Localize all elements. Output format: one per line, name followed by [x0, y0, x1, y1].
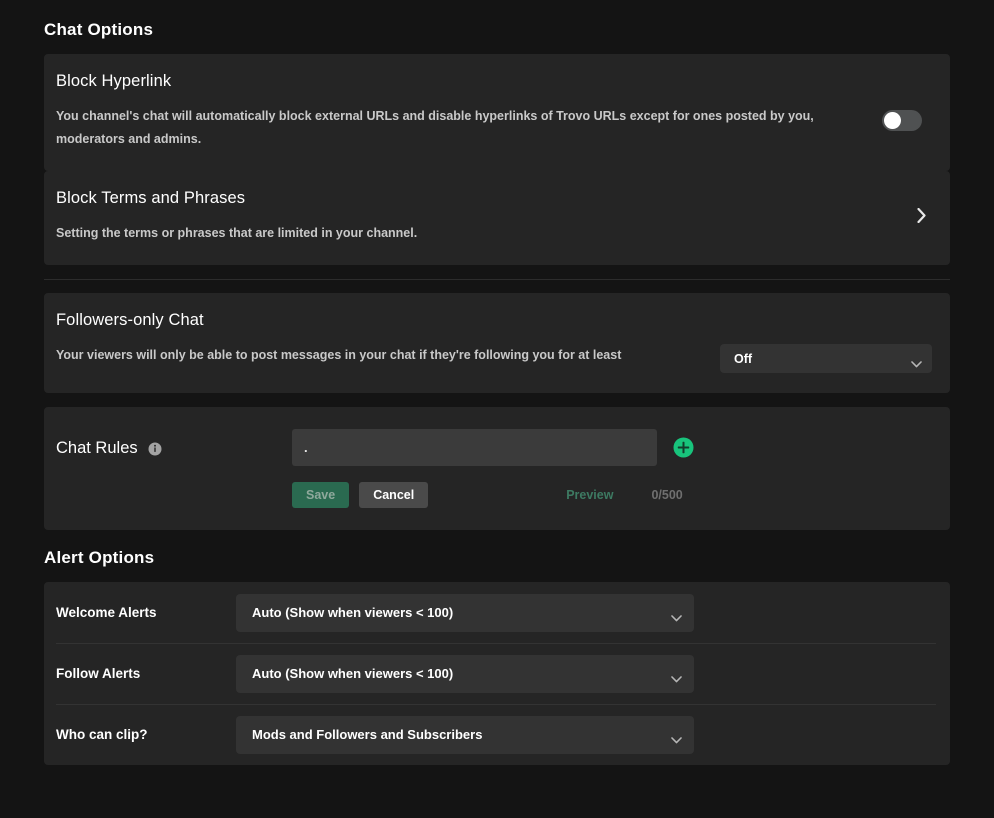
block-hyperlink-card: Block Hyperlink You channel's chat will …	[44, 54, 950, 171]
follow-alerts-value: Auto (Show when viewers < 100)	[252, 666, 671, 681]
followers-only-card: Followers-only Chat Your viewers will on…	[44, 293, 950, 393]
welcome-alerts-value: Auto (Show when viewers < 100)	[252, 605, 671, 620]
followers-only-title: Followers-only Chat	[56, 311, 720, 330]
chat-rules-label: Chat Rules	[56, 439, 138, 458]
alert-options-heading: Alert Options	[44, 530, 950, 582]
follow-alerts-label: Follow Alerts	[56, 666, 236, 681]
block-terms-description: Setting the terms or phrases that are li…	[56, 222, 856, 245]
alert-options-card: Welcome Alerts Auto (Show when viewers <…	[44, 582, 950, 765]
who-can-clip-value: Mods and Followers and Subscribers	[252, 727, 671, 742]
block-terms-title: Block Terms and Phrases	[56, 189, 917, 208]
section-divider	[44, 279, 950, 280]
followers-only-body: Followers-only Chat Your viewers will on…	[56, 311, 720, 367]
block-hyperlink-description: You channel's chat will automatically bl…	[56, 105, 856, 151]
block-hyperlink-toggle[interactable]	[882, 110, 922, 131]
save-button[interactable]: Save	[292, 482, 349, 508]
cancel-button[interactable]: Cancel	[359, 482, 428, 508]
chat-rules-input[interactable]	[292, 429, 657, 466]
chevron-down-icon	[671, 731, 682, 738]
chat-rules-card: Chat Rules	[44, 407, 950, 530]
alert-row-who-can-clip: Who can clip? Mods and Followers and Sub…	[56, 704, 938, 765]
chat-options-heading: Chat Options	[44, 0, 950, 54]
follow-alerts-select[interactable]: Auto (Show when viewers < 100)	[236, 655, 694, 693]
info-circle-icon[interactable]	[148, 442, 162, 456]
chat-rules-action-row: Save Cancel Preview 0/500	[292, 482, 926, 508]
block-hyperlink-body: Block Hyperlink You channel's chat will …	[56, 72, 882, 151]
alert-row-follow-alerts: Follow Alerts Auto (Show when viewers < …	[56, 643, 938, 704]
plus-circle-icon[interactable]	[673, 437, 694, 458]
character-counter: 0/500	[651, 488, 682, 502]
followers-only-duration-select[interactable]: Off	[720, 344, 932, 373]
who-can-clip-label: Who can clip?	[56, 727, 236, 742]
preview-link[interactable]: Preview	[566, 488, 613, 502]
followers-only-duration-value: Off	[734, 352, 911, 366]
chat-rules-label-wrap: Chat Rules	[56, 429, 292, 458]
toggle-switch-off-icon	[884, 112, 901, 129]
followers-only-description: Your viewers will only be able to post m…	[56, 344, 720, 367]
alert-row-welcome-alerts: Welcome Alerts Auto (Show when viewers <…	[56, 582, 938, 643]
chat-rules-input-row	[292, 429, 926, 466]
settings-page: Chat Options Block Hyperlink You channel…	[0, 0, 994, 818]
welcome-alerts-label: Welcome Alerts	[56, 605, 236, 620]
welcome-alerts-select[interactable]: Auto (Show when viewers < 100)	[236, 594, 694, 632]
chevron-down-icon	[671, 670, 682, 677]
chevron-right-icon[interactable]	[917, 208, 926, 226]
block-terms-body: Block Terms and Phrases Setting the term…	[56, 189, 917, 245]
who-can-clip-select[interactable]: Mods and Followers and Subscribers	[236, 716, 694, 754]
chat-rules-editor: Save Cancel Preview 0/500	[292, 429, 926, 508]
block-terms-card[interactable]: Block Terms and Phrases Setting the term…	[44, 171, 950, 265]
chevron-down-icon	[671, 609, 682, 616]
chevron-down-icon	[911, 355, 922, 362]
block-hyperlink-title: Block Hyperlink	[56, 72, 882, 91]
